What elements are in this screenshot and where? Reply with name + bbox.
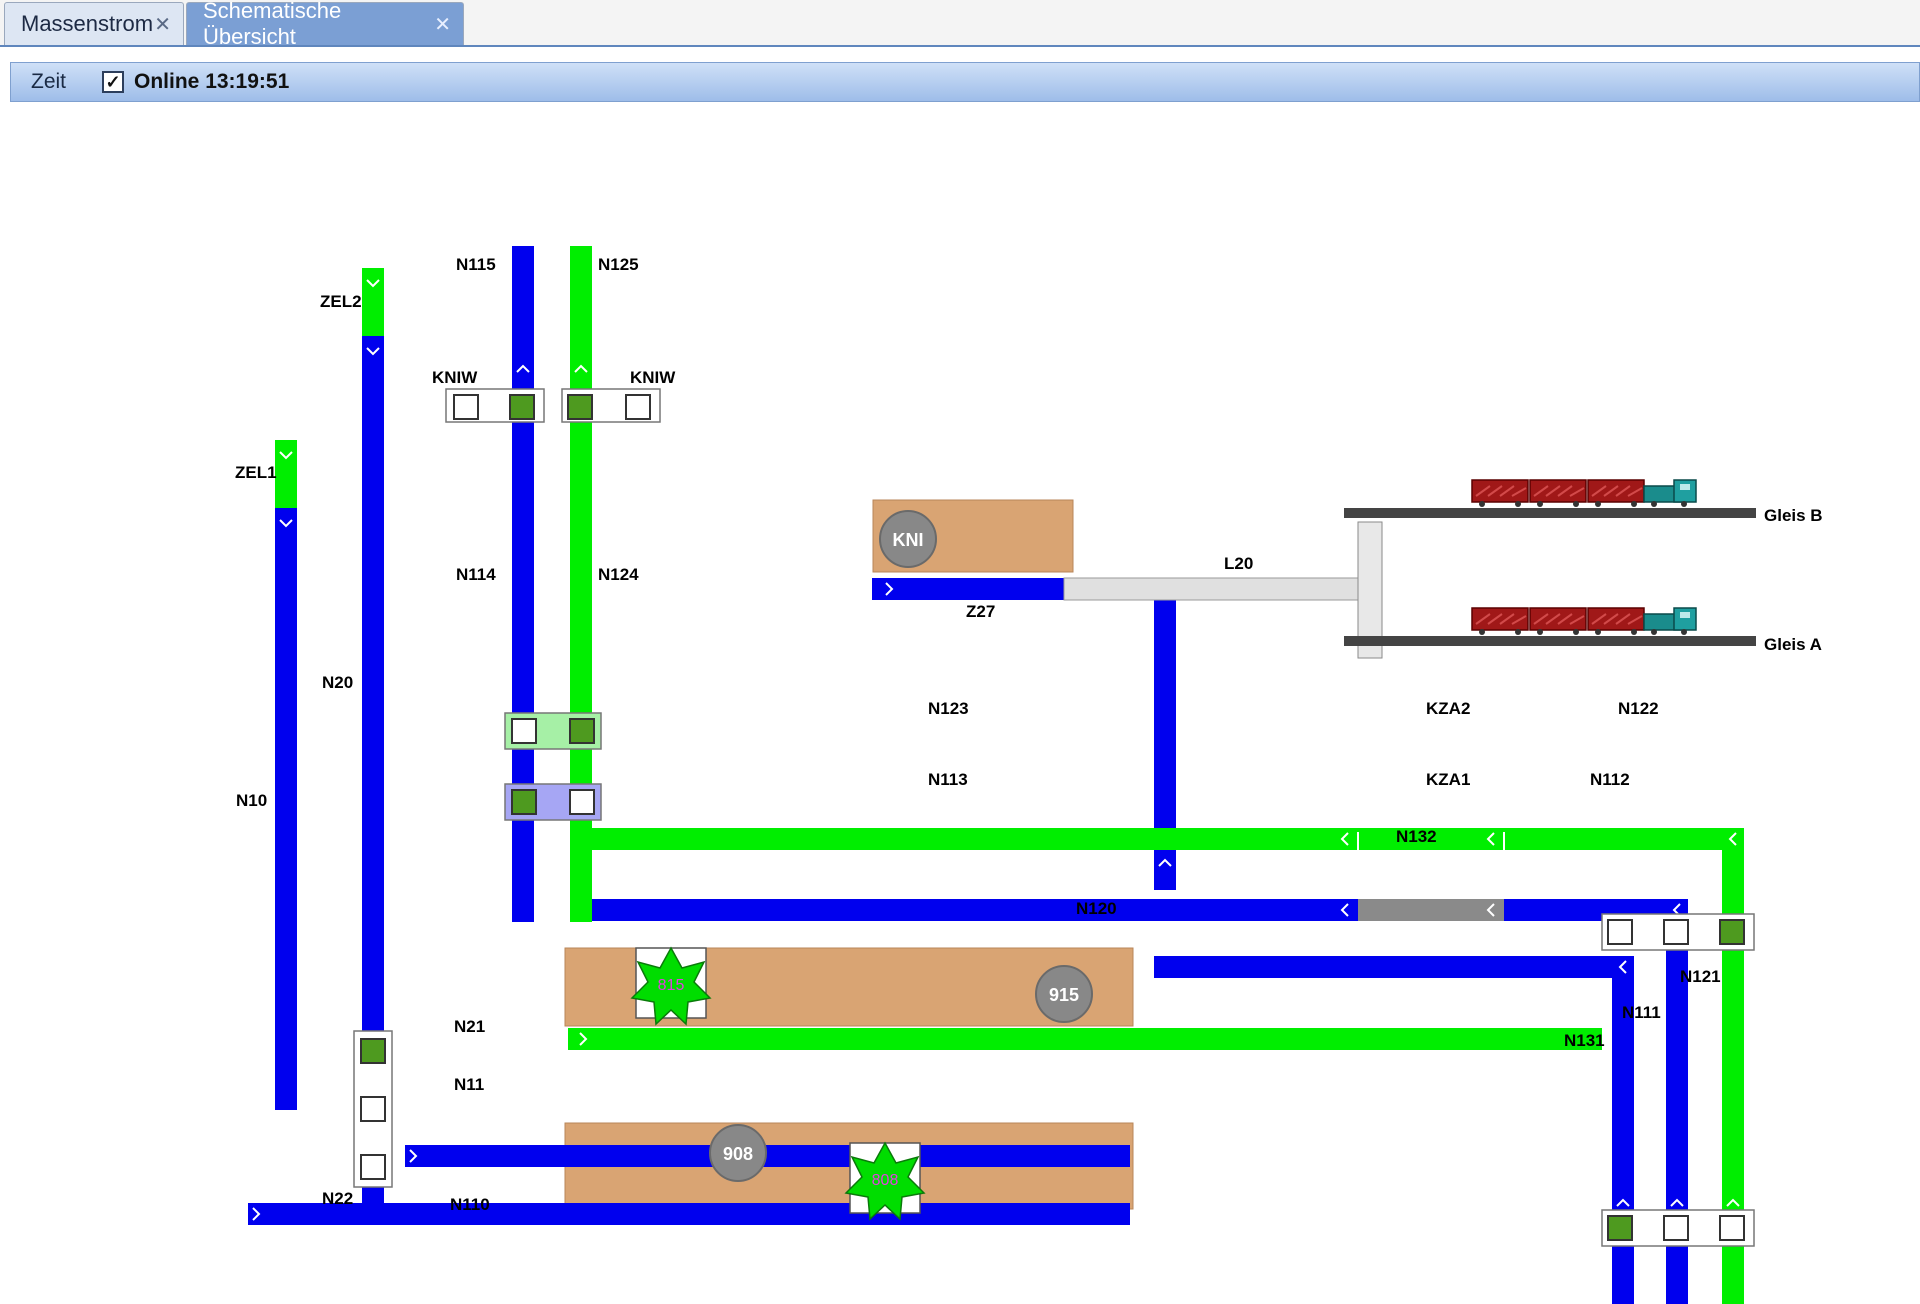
conveyor-n11[interactable]: [248, 1203, 1130, 1225]
label-n132: N132: [1396, 827, 1437, 846]
valve[interactable]: [360, 1096, 386, 1122]
train-gleis-b: [1471, 479, 1697, 508]
label-kniw-left: KNIW: [432, 368, 478, 387]
label-n124: N124: [598, 565, 639, 584]
label-n112: N112: [1590, 770, 1630, 789]
label-silo-915: 915: [1049, 985, 1079, 1005]
valve-active[interactable]: [511, 789, 537, 815]
label-n123: N123: [928, 699, 969, 718]
conveyor-zel2[interactable]: [362, 268, 384, 336]
label-gleis-b: Gleis B: [1764, 506, 1823, 525]
label-z27: Z27: [966, 602, 995, 621]
zeit-button[interactable]: Zeit: [31, 70, 66, 94]
label-n131: N131: [1564, 1031, 1605, 1050]
valve-active[interactable]: [360, 1038, 386, 1064]
label-gleis-a: Gleis A: [1764, 635, 1822, 654]
conveyor-n132[interactable]: [1154, 956, 1634, 978]
online-status-label: Online 13:19:51: [134, 70, 290, 93]
train-gleis-a: [1471, 607, 1697, 636]
close-icon[interactable]: ✕: [154, 12, 171, 37]
label-kza2: KZA2: [1426, 699, 1470, 718]
tab-bar: Massenstrom ✕ Schematische Übersicht ✕: [0, 0, 1920, 49]
label-mill-808: 808: [872, 1172, 899, 1189]
label-l20: L20: [1224, 554, 1253, 573]
label-n115: N115: [456, 255, 496, 274]
valve-active[interactable]: [569, 718, 595, 744]
label-n20: N20: [322, 673, 353, 692]
label-mill-815: 815: [658, 977, 685, 994]
label-n111: N111: [1622, 1003, 1661, 1022]
conveyor-z27[interactable]: [872, 578, 1066, 600]
conveyor-l20[interactable]: [1063, 577, 1361, 601]
tab-massenstrom[interactable]: Massenstrom ✕: [4, 2, 184, 45]
conveyor-n123-n122[interactable]: [592, 828, 1744, 850]
valve[interactable]: [1607, 919, 1633, 945]
valve[interactable]: [511, 718, 537, 744]
valve[interactable]: [1663, 919, 1689, 945]
label-n10: N10: [236, 791, 267, 810]
label-n11: N11: [454, 1075, 484, 1094]
schematic-diagram: ZEL2 ZEL1 N115 N125 KNIW KNIW N114 N124 …: [235, 246, 1823, 1304]
valve-active[interactable]: [1607, 1215, 1633, 1241]
conveyor-n113-n112[interactable]: [592, 899, 1688, 921]
valve-active[interactable]: [509, 394, 535, 420]
label-n122: N122: [1618, 699, 1659, 718]
conveyor-zel1[interactable]: [275, 440, 297, 508]
label-zel2: ZEL2: [320, 292, 362, 311]
label-n22: N22: [322, 1189, 353, 1208]
close-icon[interactable]: ✕: [434, 12, 451, 37]
label-kniw-right: KNIW: [630, 368, 676, 387]
label-kza1: KZA1: [1426, 770, 1470, 789]
conveyor-kza1[interactable]: [1358, 899, 1504, 921]
valve-active[interactable]: [567, 394, 593, 420]
toolbar: Zeit ✓ Online 13:19:51: [10, 62, 1920, 102]
valve[interactable]: [360, 1154, 386, 1180]
label-zel1: ZEL1: [235, 463, 277, 482]
valve[interactable]: [569, 789, 595, 815]
label-n121: N121: [1680, 967, 1721, 986]
tab-label: Massenstrom: [21, 11, 154, 36]
label-kni: KNI: [893, 530, 924, 550]
conveyor-n10[interactable]: [275, 440, 297, 1110]
label-n113: N113: [928, 770, 968, 789]
track-gleis-a: [1344, 636, 1756, 646]
track-gleis-b: [1344, 508, 1756, 518]
valve[interactable]: [1719, 1215, 1745, 1241]
label-n125: N125: [598, 255, 639, 274]
valve[interactable]: [625, 394, 651, 420]
label-silo-908: 908: [723, 1144, 753, 1164]
conveyor-n120[interactable]: [568, 1028, 1602, 1050]
valve[interactable]: [453, 394, 479, 420]
online-checkbox[interactable]: ✓: [102, 71, 125, 93]
valve[interactable]: [1663, 1215, 1689, 1241]
tab-label: Schematische Übersicht: [203, 0, 342, 49]
label-n114: N114: [456, 565, 496, 584]
tab-schematische-uebersicht[interactable]: Schematische Übersicht ✕: [186, 0, 464, 49]
label-n120: N120: [1076, 899, 1117, 918]
valve-active[interactable]: [1719, 919, 1745, 945]
label-n110: N110: [450, 1195, 490, 1214]
label-n21: N21: [454, 1017, 485, 1036]
conveyor-n21[interactable]: [405, 1145, 1130, 1167]
